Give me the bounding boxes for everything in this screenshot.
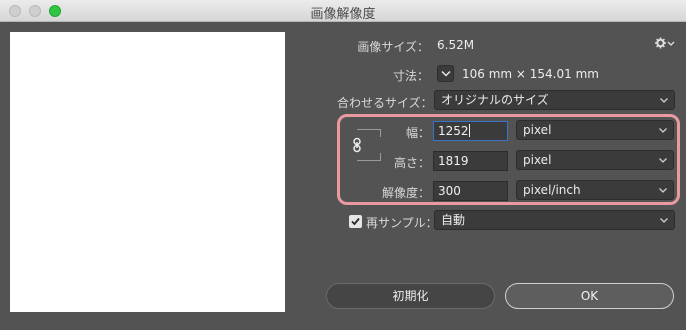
fit-to-select[interactable]: オリジナルのサイズ xyxy=(434,90,675,110)
width-unit-select[interactable]: pixel xyxy=(516,120,674,140)
ok-button[interactable]: OK xyxy=(505,283,674,309)
constrain-bracket-bottom xyxy=(357,153,381,161)
resample-checkbox[interactable] xyxy=(349,215,362,228)
resample-method-select[interactable]: 自動 xyxy=(434,210,675,230)
text-caret xyxy=(468,124,470,137)
chevron-down-icon xyxy=(659,188,667,193)
resample-label: 再サンプル： xyxy=(366,216,438,230)
fit-to-label: 合わせるサイズ： xyxy=(337,96,433,110)
width-label: 幅： xyxy=(405,126,430,140)
image-preview[interactable] xyxy=(10,32,285,312)
reset-button[interactable]: 初期化 xyxy=(326,283,495,309)
chevron-down-icon xyxy=(660,98,668,103)
chevron-down-icon xyxy=(659,158,667,163)
link-icon[interactable] xyxy=(350,136,364,154)
width-value: 1252 xyxy=(438,124,469,138)
chevron-down-icon xyxy=(441,70,451,77)
gear-icon[interactable] xyxy=(655,37,675,51)
image-size-label: 画像サイズ： xyxy=(357,40,429,54)
dimensions-label: 寸法： xyxy=(392,69,429,83)
image-size-value: 6.52M xyxy=(437,38,475,52)
chevron-down-icon xyxy=(659,128,667,133)
resolution-unit-select[interactable]: pixel/inch xyxy=(516,180,674,200)
height-unit-select[interactable]: pixel xyxy=(516,150,674,170)
fit-to-value: オリジナルのサイズ xyxy=(441,93,549,107)
resolution-unit-value: pixel/inch xyxy=(523,183,581,197)
title-bar: 画像解像度 xyxy=(0,0,686,22)
resolution-input[interactable]: 300 xyxy=(433,181,508,201)
resolution-label: 解像度： xyxy=(381,186,430,200)
dimensions-units-button[interactable] xyxy=(437,65,454,82)
height-value: 1819 xyxy=(438,154,469,168)
resolution-value: 300 xyxy=(438,184,461,198)
chevron-down-icon xyxy=(660,218,668,223)
width-input[interactable]: 1252 xyxy=(433,121,508,141)
window-title: 画像解像度 xyxy=(310,7,376,22)
height-unit-value: pixel xyxy=(523,153,552,167)
width-unit-value: pixel xyxy=(523,123,552,137)
resample-method-value: 自動 xyxy=(441,213,466,227)
dimensions-value: 106 mm × 154.01 mm xyxy=(462,67,599,81)
height-label: 高さ： xyxy=(393,156,430,170)
height-input[interactable]: 1819 xyxy=(433,151,508,171)
image-size-dialog: 画像解像度 画像サイズ： 6.52M 寸法： 106 mm × 154.01 m… xyxy=(0,0,686,330)
checkmark-icon xyxy=(351,217,360,226)
